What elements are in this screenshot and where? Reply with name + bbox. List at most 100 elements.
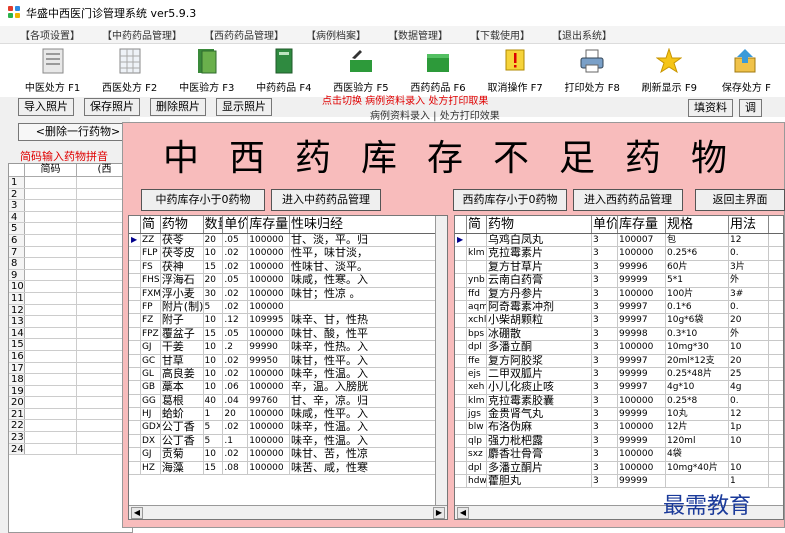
- prescription-grid[interactable]: 简码 (西 1 2 3 4 5 6 7 8 9 10 11 12 13 14 15 16 17 18 19 20 21 2…: [8, 163, 133, 533]
- row-cell[interactable]: [25, 188, 77, 200]
- row-cell[interactable]: [25, 292, 77, 304]
- toolbar-button-8[interactable]: 刷新显示 F9: [631, 45, 708, 97]
- table-row[interactable]: klm 克拉霉素胶囊 3 100000 0.25*8 0.: [455, 394, 783, 409]
- column-header[interactable]: 单价: [592, 216, 618, 233]
- delete-row-button[interactable]: <删除一行药物>: [18, 123, 138, 141]
- toolbar-button-6[interactable]: 取消操作 F7: [477, 45, 554, 97]
- cn-zero-stock-button[interactable]: 中药库存小于0药物: [141, 189, 265, 211]
- menu-item-0[interactable]: 【各项设置】: [20, 27, 80, 42]
- grid-row[interactable]: 2: [9, 188, 132, 201]
- photo-button-1[interactable]: 保存照片: [84, 98, 140, 116]
- table-row[interactable]: HJ 蛤蚧 1 20 100000 味咸，性平。入: [129, 408, 447, 422]
- table-row[interactable]: dpl 多潘立酮片 3 100000 10mg*40片 10: [455, 461, 783, 476]
- photo-button-2[interactable]: 删除照片: [150, 98, 206, 116]
- right-button-0[interactable]: 填资料: [688, 99, 733, 117]
- table-row[interactable]: FLP 茯苓皮 10.02 100000 性平，味甘淡，: [129, 247, 447, 261]
- column-header[interactable]: 库存量: [618, 216, 666, 233]
- back-to-main-button[interactable]: 返回主界面: [695, 189, 785, 211]
- column-header[interactable]: 单价: [223, 216, 249, 233]
- table-row[interactable]: FZ 附子 10.12 109995 味辛、甘，性热: [129, 314, 447, 328]
- toolbar-button-3[interactable]: 中药药品 F4: [245, 45, 322, 97]
- cn-horizontal-scrollbar[interactable]: ◀ ▶: [129, 505, 447, 519]
- row-cell[interactable]: [25, 200, 77, 211]
- table-row[interactable]: dpl 多潘立酮 3 100000 10mg*30 10: [455, 341, 783, 355]
- row-cell[interactable]: [25, 408, 77, 420]
- row-cell[interactable]: [25, 362, 77, 374]
- toolbar-button-4[interactable]: 西医验方 F5: [322, 45, 399, 97]
- grid-row[interactable]: 7: [9, 246, 132, 259]
- row-cell[interactable]: [25, 339, 77, 350]
- table-row[interactable]: xchl 小柴胡颗粒 3 99997 10g*6袋 20: [455, 314, 783, 328]
- menu-item-6[interactable]: 【退出系统】: [552, 27, 612, 42]
- right-button-1[interactable]: 调: [739, 99, 762, 117]
- table-row[interactable]: FXM 浮小麦 30.02 100000 味甘；性凉 。: [129, 287, 447, 301]
- row-cell[interactable]: [25, 281, 77, 292]
- table-row[interactable]: qlp 强力枇杷露 3 99999 120ml 10: [455, 434, 783, 449]
- toolbar-button-0[interactable]: 中医处方 F1: [14, 45, 91, 97]
- grid-row[interactable]: 22: [9, 420, 132, 433]
- row-cell[interactable]: [25, 304, 77, 316]
- row-cell[interactable]: [25, 211, 77, 223]
- row-cell[interactable]: [25, 258, 77, 269]
- grid-row[interactable]: 24: [9, 443, 132, 456]
- scroll-left-icon[interactable]: ◀: [457, 507, 469, 519]
- cn-medicine-table[interactable]: 简药物数量单价库存量性味归经 ▶ZZ茯苓20.05100000甘、淡，平。归FL…: [128, 215, 448, 520]
- column-header[interactable]: 药物: [487, 216, 592, 233]
- grid-row[interactable]: 19: [9, 385, 132, 398]
- table-row[interactable]: jgs 金贵肾气丸 3 99999 10丸 12: [455, 408, 783, 422]
- table-row[interactable]: 复方甘草片 3 99996 60片 3片: [455, 260, 783, 275]
- table-row[interactable]: GG 葛根 40.04 99760 甘、辛，凉。归: [129, 394, 447, 409]
- row-cell[interactable]: [25, 397, 77, 408]
- column-header[interactable]: 库存量: [248, 216, 290, 233]
- table-row[interactable]: sxz 麝香壮骨膏 3 100000 4袋: [455, 448, 783, 462]
- grid-row[interactable]: 15: [9, 339, 132, 351]
- row-cell[interactable]: [25, 316, 77, 327]
- menu-item-2[interactable]: 【西药药品管理】: [204, 27, 284, 42]
- table-row[interactable]: DX 公丁香 5.1 100000 味辛，性温。入: [129, 434, 447, 449]
- table-row[interactable]: ynb 云南白药膏 3 99999 5*1 外: [455, 274, 783, 288]
- table-row[interactable]: ejs 二甲双胍片 3 99999 0.25*48片 25: [455, 367, 783, 382]
- menu-item-5[interactable]: 【下载使用】: [470, 27, 530, 42]
- photo-button-3[interactable]: 显示照片: [216, 98, 272, 116]
- toolbar-button-9[interactable]: 保存处方 F: [708, 45, 785, 97]
- cn-manage-button[interactable]: 进入中药药品管理: [271, 189, 381, 211]
- table-row[interactable]: aqm 阿奇霉素冲剂 3 99997 0.1*6 0.: [455, 300, 783, 315]
- grid-row[interactable]: 11: [9, 292, 132, 305]
- table-row[interactable]: bps 冰硼散 3 99998 0.3*10 外: [455, 327, 783, 342]
- scroll-left-icon[interactable]: ◀: [131, 507, 143, 519]
- table-row[interactable]: FP 附片(制) 5.02 100000: [129, 300, 447, 315]
- switch-tab-labels[interactable]: 病例资料录入 | 处方打印效果: [370, 107, 500, 122]
- row-cell[interactable]: [25, 432, 77, 443]
- table-row[interactable]: GL 高良姜 10.02 100000 味辛，性温。入: [129, 367, 447, 382]
- menu-item-3[interactable]: 【病例档案】: [306, 27, 366, 42]
- west-medicine-table[interactable]: 简药物 单价 库存量 规格 用法 ▶ 乌鸡白凤丸 3 100007 包 12 klm 克拉霉素片 3 10…: [454, 215, 784, 520]
- column-header[interactable]: 用法: [729, 216, 769, 233]
- grid-row[interactable]: 10: [9, 281, 132, 293]
- row-cell[interactable]: [25, 327, 77, 339]
- table-row[interactable]: xeh 小儿化痰止咳 3 99997 4g*10 4g: [455, 381, 783, 395]
- row-cell[interactable]: [25, 223, 77, 234]
- row-cell[interactable]: [25, 385, 77, 397]
- table-row[interactable]: ffe 复方阿胶浆 3 99997 20ml*12支 20: [455, 354, 783, 368]
- grid-row[interactable]: 13: [9, 316, 132, 328]
- row-cell[interactable]: [25, 246, 77, 258]
- grid-row[interactable]: 16: [9, 350, 132, 363]
- scroll-right-icon[interactable]: ▶: [433, 507, 445, 519]
- table-row[interactable]: blw 布洛伪麻 3 100000 12片 1p: [455, 421, 783, 435]
- column-header[interactable]: 简: [467, 216, 487, 233]
- table-row[interactable]: ▶ 乌鸡白凤丸 3 100007 包 12: [455, 234, 783, 248]
- grid-row[interactable]: 20: [9, 397, 132, 409]
- grid-row[interactable]: 17: [9, 362, 132, 375]
- table-row[interactable]: klm 克拉霉素片 3 100000 0.25*6 0.: [455, 247, 783, 261]
- row-cell[interactable]: [25, 443, 77, 455]
- row-cell[interactable]: [25, 350, 77, 362]
- row-cell[interactable]: [25, 420, 77, 432]
- column-header[interactable]: 数量: [204, 216, 224, 233]
- row-cell[interactable]: [25, 177, 77, 188]
- row-cell[interactable]: [25, 374, 77, 385]
- column-header[interactable]: 规格: [666, 216, 729, 233]
- table-row[interactable]: ffd 复方丹参片 3 100000 100片 3#: [455, 287, 783, 301]
- grid-row[interactable]: 12: [9, 304, 132, 317]
- toolbar-button-2[interactable]: 中医验方 F3: [168, 45, 245, 97]
- grid-row[interactable]: 21: [9, 408, 132, 421]
